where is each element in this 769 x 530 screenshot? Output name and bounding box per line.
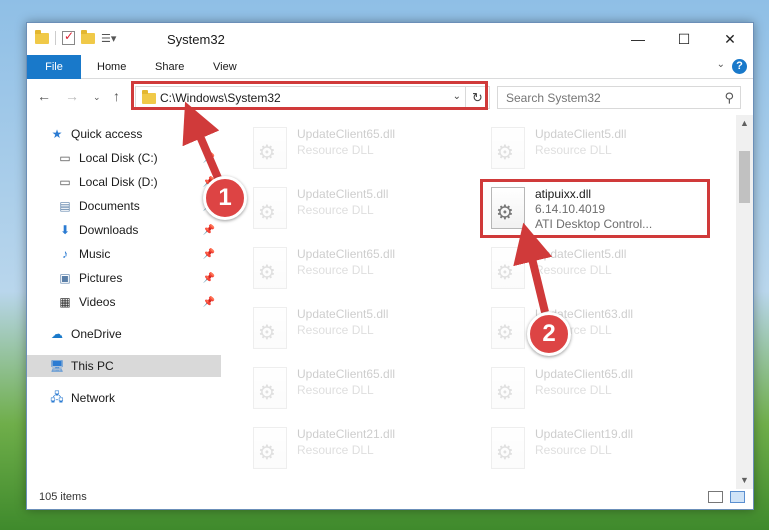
arrow-to-address (182, 101, 222, 180)
annotation-arrows (182, 101, 553, 313)
arrow-to-file (513, 222, 553, 313)
step-1-badge: 1 (203, 176, 247, 220)
step-2-badge: 2 (527, 312, 571, 356)
